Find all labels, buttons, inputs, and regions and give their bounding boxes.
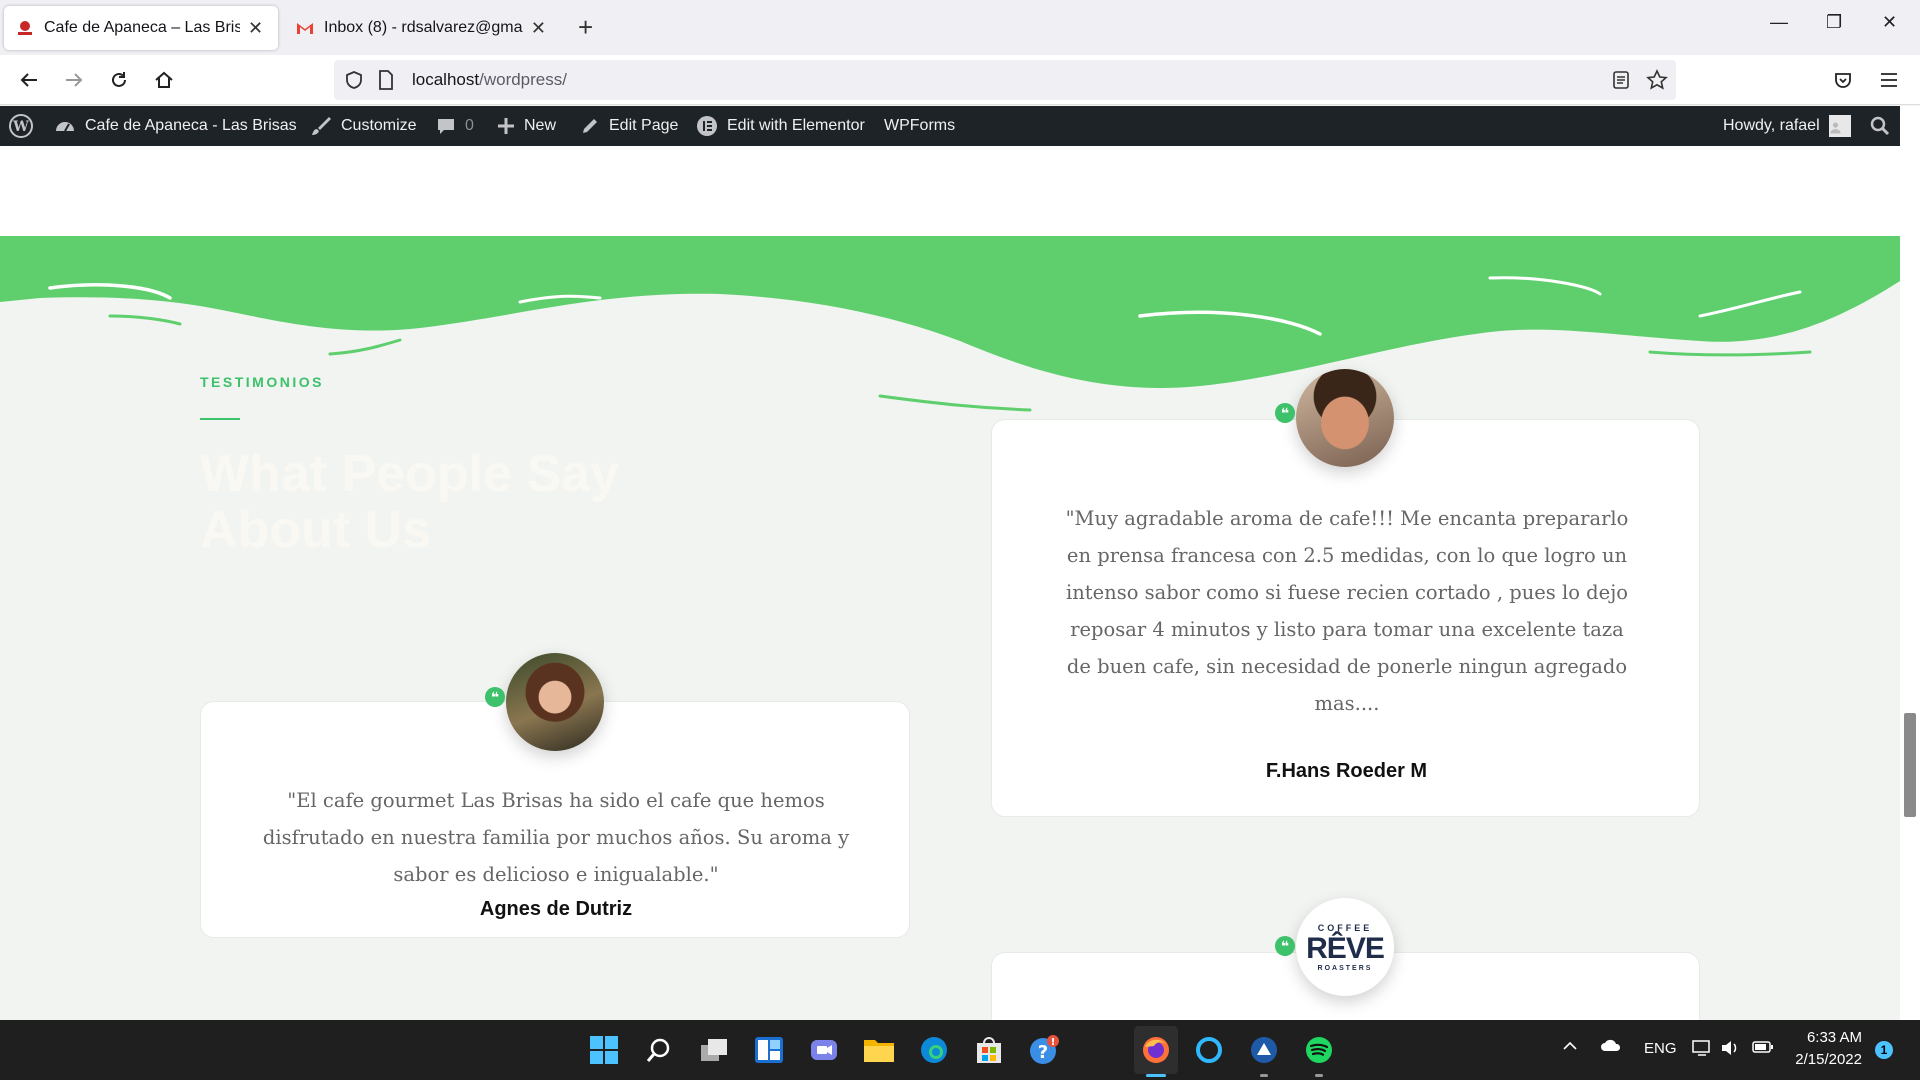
menu-icon[interactable]	[1876, 67, 1902, 93]
avatar	[1296, 369, 1394, 467]
minimize-window-icon[interactable]: —	[1770, 12, 1788, 33]
section-title: What People Say About Us	[200, 445, 619, 559]
widgets-icon[interactable]	[751, 1032, 787, 1068]
white-band	[0, 146, 1900, 236]
windows-taskbar: ?! ENG 6:33 AM 2/15/2022 1	[0, 1020, 1920, 1080]
browser-tab-bar: Cafe de Apaneca – Las Brisas – ✕ Inbox (…	[0, 0, 1920, 55]
onedrive-cloud-icon[interactable]	[1600, 1037, 1622, 1057]
browser-navigation-bar: localhost/wordpress/	[0, 55, 1920, 105]
volume-icon[interactable]	[1720, 1039, 1740, 1061]
user-avatar-icon	[1828, 115, 1851, 137]
close-tab-icon[interactable]: ✕	[248, 18, 263, 39]
reload-icon[interactable]	[106, 67, 132, 93]
testimonial-quote: "El cafe gourmet Las Brisas ha sido el c…	[262, 789, 850, 886]
page-content: TESTIMONIOS What People Say About Us "El…	[0, 146, 1900, 1020]
shield-icon[interactable]	[344, 70, 364, 95]
wp-edit-page[interactable]: Edit Page	[580, 106, 678, 146]
active-app-indicator	[1146, 1074, 1166, 1077]
url-text: localhost/wordpress/	[412, 70, 567, 89]
tab-gmail-inbox[interactable]: Inbox (8) - rdsalvarez@gmail.co ✕	[284, 6, 558, 50]
notification-badge[interactable]: 1	[1875, 1041, 1893, 1059]
testimonial-card: "Muy agradable aroma de cafe!!! Me encan…	[991, 419, 1700, 817]
section-divider	[200, 418, 240, 420]
svg-text:?: ?	[1038, 1042, 1048, 1063]
address-bar[interactable]: localhost/wordpress/	[334, 60, 1676, 100]
elementor-icon	[697, 116, 717, 136]
chevron-up-icon[interactable]	[1562, 1038, 1578, 1055]
paintbrush-icon	[312, 117, 331, 135]
cortana-icon[interactable]	[1191, 1032, 1227, 1068]
search-icon[interactable]	[1870, 106, 1899, 146]
tab-title: Inbox (8) - rdsalvarez@gmail.co	[324, 19, 523, 36]
wp-site-name[interactable]: Cafe de Apaneca - Las Brisas	[54, 106, 297, 146]
clock-date[interactable]: 2/15/2022	[1788, 1051, 1862, 1068]
close-tab-icon[interactable]: ✕	[531, 18, 546, 39]
app-running-indicator	[1315, 1074, 1323, 1077]
wp-edit-with-elementor[interactable]: Edit with Elementor	[696, 106, 865, 146]
reader-view-icon[interactable]	[1612, 70, 1630, 95]
dashboard-icon	[56, 122, 74, 132]
firefox-icon[interactable]	[1134, 1026, 1178, 1074]
microsoft-store-icon[interactable]	[971, 1032, 1007, 1068]
battery-icon[interactable]	[1752, 1040, 1774, 1058]
app-running-indicator	[1260, 1074, 1268, 1077]
gmail-icon	[296, 19, 314, 37]
clock-time[interactable]: 6:33 AM	[1796, 1029, 1862, 1046]
svg-text:W: W	[12, 119, 29, 135]
forward-arrow-icon[interactable]	[61, 67, 87, 93]
task-view-icon[interactable]	[696, 1032, 732, 1068]
wordpress-logo-icon[interactable]: W	[8, 106, 43, 146]
testimonial-author: Agnes de Dutriz	[479, 898, 633, 920]
app-icon[interactable]	[1246, 1032, 1282, 1068]
new-tab-button[interactable]: +	[578, 14, 593, 40]
home-icon[interactable]	[151, 67, 177, 93]
pencil-icon	[583, 119, 597, 133]
svg-text:!: !	[1051, 1037, 1056, 1048]
testimonial-author: F.Hans Roeder M	[1265, 760, 1428, 782]
wp-wpforms[interactable]: WPForms	[884, 106, 955, 146]
tab-cafe-de-apaneca[interactable]: Cafe de Apaneca – Las Brisas – ✕	[4, 6, 278, 50]
language-indicator[interactable]: ENG	[1644, 1040, 1677, 1057]
file-explorer-icon[interactable]	[861, 1032, 897, 1068]
wp-howdy-user[interactable]: Howdy, rafael	[1723, 106, 1851, 146]
scrollbar-thumb[interactable]	[1904, 713, 1916, 817]
teams-chat-icon[interactable]	[806, 1032, 842, 1068]
testimonial-quote: "Muy agradable aroma de cafe!!! Me encan…	[1065, 507, 1629, 715]
comment-bubble-icon	[438, 119, 454, 134]
quote-icon: ❝	[1275, 936, 1295, 956]
network-icon[interactable]	[1692, 1039, 1712, 1061]
wp-new[interactable]: New	[497, 106, 556, 146]
search-icon[interactable]	[641, 1032, 677, 1068]
section-label: TESTIMONIOS	[200, 374, 324, 390]
spotify-icon[interactable]	[1301, 1032, 1337, 1068]
quote-icon: ❝	[485, 687, 505, 707]
pocket-icon[interactable]	[1830, 67, 1856, 93]
wp-comments[interactable]: 0	[436, 106, 474, 146]
plus-icon	[498, 118, 514, 134]
help-icon[interactable]: ?!	[1026, 1032, 1062, 1068]
avatar	[506, 653, 604, 751]
page-scrollbar[interactable]	[1900, 106, 1920, 1020]
reve-coffee-logo: COFFEE RÊVE ROASTERS	[1296, 898, 1394, 996]
site-favicon-icon	[16, 19, 34, 37]
back-arrow-icon[interactable]	[16, 67, 42, 93]
edge-browser-icon[interactable]	[916, 1032, 952, 1068]
restore-window-icon[interactable]: ❐	[1826, 12, 1842, 33]
tab-title: Cafe de Apaneca – Las Brisas –	[44, 19, 240, 36]
close-window-icon[interactable]: ✕	[1882, 12, 1897, 33]
wp-customize[interactable]: Customize	[310, 106, 417, 146]
windows-start-icon[interactable]	[586, 1032, 622, 1068]
quote-icon: ❝	[1275, 403, 1295, 423]
page-icon	[378, 70, 394, 95]
wp-admin-bar: W Cafe de Apaneca - Las Brisas Customize…	[0, 106, 1900, 146]
bookmark-star-icon[interactable]	[1646, 69, 1668, 96]
